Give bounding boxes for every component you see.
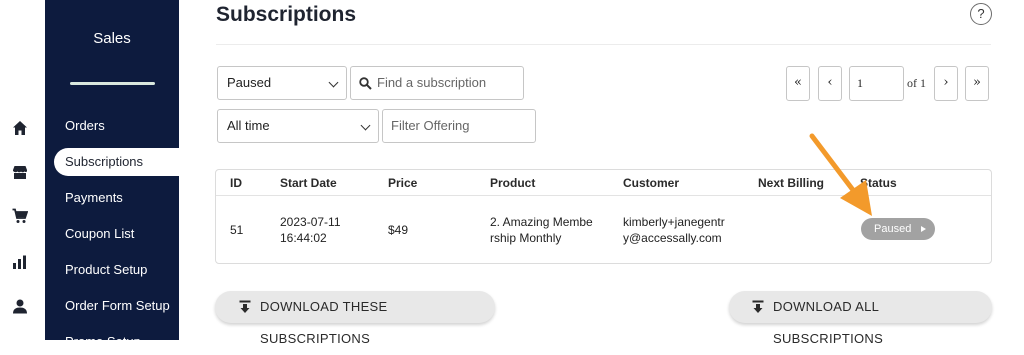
first-page-button[interactable]: « [786, 66, 810, 101]
column-header-next-billing[interactable]: Next Billing [758, 176, 824, 190]
cell-customer-line1: kimberly+janegentr [623, 215, 725, 229]
column-header-status[interactable]: Status [860, 176, 897, 190]
date-range-select[interactable]: All time [217, 109, 379, 143]
subscriptions-table: ID Start Date Price Product Customer Nex… [215, 169, 992, 264]
home-icon[interactable] [10, 118, 30, 138]
main-content: Subscriptions ? Paused Find a subscripti… [179, 0, 1024, 346]
user-icon[interactable] [10, 296, 30, 316]
download-icon [752, 300, 764, 313]
table-header-divider [216, 195, 991, 196]
bar-chart-icon[interactable] [10, 252, 30, 272]
column-header-product[interactable]: Product [490, 176, 535, 190]
status-filter-select[interactable]: Paused [217, 66, 347, 100]
page-number-input[interactable]: 1 [849, 66, 904, 101]
sidebar-item-order-form-setup[interactable]: Order Form Setup [45, 292, 179, 320]
sidebar-divider [70, 82, 155, 85]
store-icon[interactable] [10, 162, 30, 182]
cart-icon[interactable] [10, 206, 30, 226]
cell-customer-line2: y@accessally.com [623, 231, 722, 245]
column-header-start-date[interactable]: Start Date [280, 176, 337, 190]
sidebar-item-payments[interactable]: Payments [45, 184, 179, 212]
date-range-value: All time [227, 118, 270, 133]
sidebar-title: Sales [93, 30, 131, 47]
chevron-down-icon [360, 120, 371, 131]
page-count-label: of 1 [907, 76, 926, 90]
offering-placeholder: Filter Offering [391, 118, 470, 133]
download-these-label: DOWNLOAD THESE SUBSCRIPTIONS [260, 299, 388, 346]
download-these-button[interactable]: DOWNLOAD THESE SUBSCRIPTIONS [215, 291, 495, 346]
play-triangle-icon [921, 226, 926, 232]
status-badge[interactable]: Paused [861, 218, 935, 240]
last-page-button[interactable]: » [965, 66, 989, 101]
sidebar-item-subscriptions[interactable]: Subscriptions [54, 148, 179, 176]
sidebar-item-orders[interactable]: Orders [45, 112, 179, 140]
next-page-button[interactable]: › [934, 66, 958, 101]
sidebar-item-product-setup[interactable]: Product Setup [45, 256, 179, 284]
search-icon [359, 77, 372, 90]
download-icon [239, 300, 251, 313]
cell-product-line2: rship Monthly [490, 231, 562, 245]
download-all-label: DOWNLOAD ALL SUBSCRIPTIONS [773, 299, 884, 346]
search-placeholder: Find a subscription [377, 75, 487, 90]
sidebar-item-promo-setup[interactable]: Promo Setup [45, 328, 179, 340]
sales-sidebar: Sales Orders Subscriptions Payments Coup… [45, 0, 179, 340]
cell-start-date-line1: 2023-07-11 [280, 215, 341, 229]
cell-price: $49 [388, 223, 409, 237]
chevron-down-icon [328, 77, 339, 88]
column-header-price[interactable]: Price [388, 176, 417, 190]
offering-filter-input[interactable]: Filter Offering [382, 109, 536, 143]
title-divider [216, 44, 991, 45]
sidebar-item-coupon-list[interactable]: Coupon List [45, 220, 179, 248]
cell-product-line1: 2. Amazing Membe [490, 215, 593, 229]
subscription-search-input[interactable]: Find a subscription [350, 66, 524, 100]
status-filter-value: Paused [227, 75, 272, 90]
column-header-id[interactable]: ID [230, 176, 242, 190]
cell-start-date-line2: 16:44:02 [280, 231, 327, 245]
column-header-customer[interactable]: Customer [623, 176, 679, 190]
help-button[interactable]: ? [970, 3, 992, 25]
page-title: Subscriptions [216, 3, 357, 26]
status-badge-label: Paused [874, 223, 912, 235]
icon-rail [0, 0, 45, 340]
prev-page-button[interactable]: ‹ [818, 66, 842, 101]
download-all-button[interactable]: DOWNLOAD ALL SUBSCRIPTIONS [729, 291, 992, 346]
cell-id: 51 [230, 223, 244, 237]
